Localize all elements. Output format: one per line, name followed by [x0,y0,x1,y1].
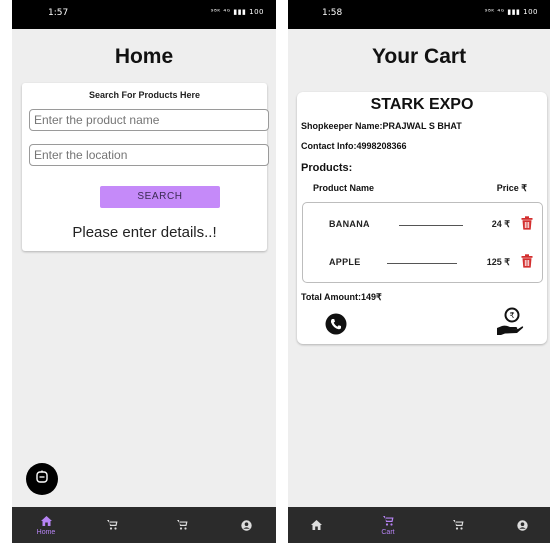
contact-info: Contact Info:4998208366 [301,141,407,151]
product-name-input[interactable] [29,109,269,131]
trash-icon [521,216,533,230]
shop-name: STARK EXPO [370,96,474,113]
divider [387,263,457,264]
pay-button[interactable]: ₹ [496,306,524,341]
item-price: 125 ₹ [486,257,510,267]
status-message: Please enter details..! [72,224,217,241]
chat-fab-button[interactable] [26,463,58,495]
cart-items-list: BANANA 24 ₹ APPLE 125 ₹ [302,202,543,283]
cart-icon [382,515,394,527]
home-icon [40,515,52,527]
nav-cart-label: Cart [381,528,395,536]
bottom-navigation: Home [12,507,276,543]
page-title: Your Cart [371,45,467,68]
cart-icon [452,519,464,531]
status-bar: 1:57 ⁹⁸ᴷ ⁴ᴳ ▮▮▮ 100 [12,0,276,29]
cart-card: STARK EXPO Shopkeeper Name:PRAJWAL S BHA… [297,92,547,344]
nav-profile[interactable] [218,507,274,543]
nav-home[interactable] [288,507,344,543]
search-card: Search For Products Here SEARCH Please e… [22,83,269,251]
column-header-price: Price ₹ [496,183,527,193]
status-time: 1:57 [48,8,69,18]
nav-orders[interactable] [430,507,486,543]
svg-text:₹: ₹ [509,311,514,320]
cart-icon [176,519,188,531]
account-icon [240,519,252,531]
location-input[interactable] [29,144,269,166]
nav-cart[interactable]: Cart [360,507,416,543]
search-heading: Search For Products Here [88,90,201,100]
search-button[interactable]: SEARCH [100,186,220,208]
shopkeeper-name: Shopkeeper Name:PRAJWAL S BHAT [301,121,462,131]
delete-item-button[interactable] [521,254,533,273]
nav-orders[interactable] [154,507,210,543]
home-screen: 1:57 ⁹⁸ᴷ ⁴ᴳ ▮▮▮ 100 Home Search For Prod… [12,0,276,543]
phone-call-icon [325,313,347,335]
cart-icon [106,519,118,531]
nav-profile[interactable] [494,507,550,543]
total-amount: Total Amount:149₹ [301,292,382,302]
products-label: Products: [301,162,353,174]
rupee-hand-icon: ₹ [497,307,524,335]
divider [399,225,463,226]
list-item: BANANA 24 ₹ [303,215,542,235]
bottom-navigation: Cart [288,507,550,543]
nav-home[interactable]: Home [18,507,74,543]
delete-item-button[interactable] [521,216,533,235]
home-icon [310,519,322,531]
nav-cart[interactable] [84,507,140,543]
list-item: APPLE 125 ₹ [303,253,542,273]
item-name: APPLE [329,257,361,267]
chatbot-icon [35,470,49,489]
status-time: 1:58 [322,8,343,18]
status-icons: ⁹⁸ᴷ ⁴ᴳ ▮▮▮ 100 [484,8,538,16]
item-name: BANANA [329,219,370,229]
cart-screen: 1:58 ⁹⁸ᴷ ⁴ᴳ ▮▮▮ 100 Your Cart STARK EXPO… [288,0,550,543]
call-button[interactable] [325,313,347,340]
item-price: 24 ₹ [491,219,510,229]
account-icon [516,519,528,531]
status-bar: 1:58 ⁹⁸ᴷ ⁴ᴳ ▮▮▮ 100 [288,0,550,29]
column-header-name: Product Name [313,183,375,193]
trash-icon [521,254,533,268]
status-icons: ⁹⁸ᴷ ⁴ᴳ ▮▮▮ 100 [210,8,264,16]
nav-home-label: Home [36,528,56,536]
page-title: Home [114,45,174,68]
